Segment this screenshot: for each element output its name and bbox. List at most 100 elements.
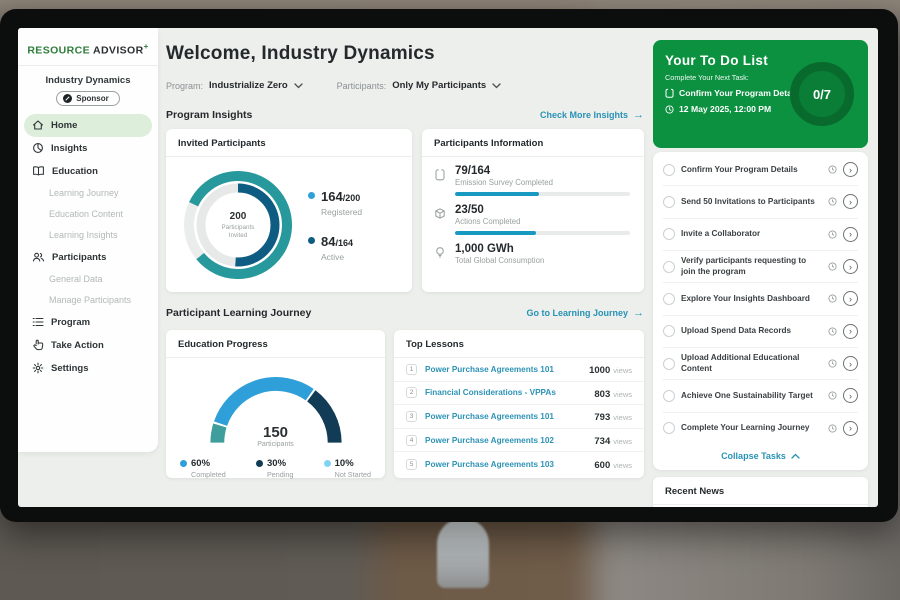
monitor-stand	[437, 518, 489, 588]
lesson-link[interactable]: Power Purchase Agreements 101	[425, 412, 586, 421]
sidebar-item-general-data[interactable]: General Data	[18, 269, 158, 290]
task-checkbox[interactable]	[663, 325, 675, 337]
program-label: Program:	[166, 81, 203, 91]
lesson-rank: 4	[406, 435, 417, 446]
completed-dot	[180, 460, 187, 467]
lesson-link[interactable]: Power Purchase Agreements 103	[425, 460, 586, 469]
lesson-row: 1 Power Purchase Agreements 101 1000view…	[394, 358, 644, 382]
task-checkbox[interactable]	[663, 293, 675, 305]
task-go-button[interactable]: ›	[843, 227, 858, 242]
go-to-learning-journey-link[interactable]: Go to Learning Journey →	[526, 307, 644, 319]
clock-icon	[828, 197, 837, 206]
pending-pct: 30%	[267, 458, 286, 469]
sidebar-item-program[interactable]: Program	[18, 311, 158, 334]
task-go-button[interactable]: ›	[843, 162, 858, 177]
sidebar-item-manage-participants[interactable]: Manage Participants	[18, 290, 158, 311]
active-value: 84	[321, 234, 335, 249]
collapse-tasks-link[interactable]: Collapse Tasks	[663, 444, 858, 468]
lesson-views: 1000	[589, 365, 610, 376]
task-go-button[interactable]: ›	[843, 291, 858, 306]
task-label: Explore Your Insights Dashboard	[681, 294, 822, 304]
invited-donut-chart: 200 Participants Invited	[182, 169, 294, 281]
sidebar-item-learning-journey[interactable]: Learning Journey	[18, 183, 158, 204]
task-checkbox[interactable]	[663, 228, 675, 240]
registered-value: 164	[321, 189, 343, 204]
lesson-rank: 3	[406, 411, 417, 422]
sidebar-item-insights[interactable]: Insights	[18, 137, 158, 160]
lesson-link[interactable]: Power Purchase Agreements 101	[425, 365, 581, 374]
sidebar-item-home[interactable]: Home	[24, 114, 152, 137]
task-label: Complete Your Learning Journey	[681, 423, 822, 433]
go-to-learning-journey-label: Go to Learning Journey	[526, 308, 628, 318]
education-progress-legend: 60% Completed 30% Pending 10% Not Starte…	[166, 448, 385, 479]
not-started-pct: 10%	[335, 458, 354, 469]
sidebar-item-label: Take Action	[51, 340, 104, 351]
clock-icon	[828, 294, 837, 303]
total-consumption-label: Total Global Consumption	[455, 256, 630, 265]
education-progress-card: Education Progress 150 Participants	[166, 330, 385, 478]
sidebar-item-label: Education	[52, 166, 98, 177]
sidebar-item-take-action[interactable]: Take Action	[18, 334, 158, 357]
registered-dot	[308, 192, 315, 199]
sidebar-item-education-content[interactable]: Education Content	[18, 204, 158, 225]
task-row: Explore Your Insights Dashboard ›	[663, 283, 858, 315]
participants-dropdown[interactable]: Participants: Only My Participants	[337, 80, 502, 91]
clock-icon	[828, 262, 837, 271]
logo-part-resource: RESOURCE	[27, 45, 90, 57]
lesson-rank: 5	[406, 459, 417, 470]
actions-completed-value: 23/50	[455, 204, 630, 216]
invited-participants-card: Invited Participants 200 Participants In…	[166, 129, 412, 292]
clock-icon	[828, 327, 837, 336]
legend-completed: 60% Completed	[180, 458, 226, 479]
home-icon	[32, 119, 44, 131]
completed-label: Completed	[191, 470, 226, 479]
top-lessons-title: Top Lessons	[394, 330, 644, 358]
task-checkbox[interactable]	[663, 358, 675, 370]
task-go-button[interactable]: ›	[843, 194, 858, 209]
task-checkbox[interactable]	[663, 261, 675, 273]
task-go-button[interactable]: ›	[843, 421, 858, 436]
task-go-button[interactable]: ›	[843, 324, 858, 339]
sidebar-item-learning-insights[interactable]: Learning Insights	[18, 225, 158, 246]
legend-registered: 164/200 Registered	[308, 188, 362, 217]
active-total: /164	[335, 238, 353, 248]
actions-completed-bar	[455, 231, 630, 235]
clock-icon	[828, 359, 837, 368]
task-label: Upload Additional Educational Content	[681, 353, 822, 374]
task-checkbox[interactable]	[663, 390, 675, 402]
task-row: Upload Spend Data Records ›	[663, 316, 858, 348]
sponsor-badge[interactable]: Sponsor	[56, 91, 119, 106]
list-icon	[32, 316, 44, 328]
task-row: Achieve One Sustainability Target ›	[663, 380, 858, 412]
lesson-link[interactable]: Power Purchase Agreements 102	[425, 436, 586, 445]
task-go-button[interactable]: ›	[843, 356, 858, 371]
chevron-up-icon	[791, 453, 800, 459]
views-label: views	[613, 413, 632, 422]
check-more-insights-link[interactable]: Check More Insights →	[540, 109, 644, 121]
sidebar-item-participants[interactable]: Participants	[18, 246, 158, 269]
screen: RESOURCE ADVISOR+ Industry Dynamics Spon…	[18, 28, 878, 507]
lesson-row: 2 Financial Considerations - VPPAs 803vi…	[394, 382, 644, 406]
active-dot	[308, 237, 315, 244]
task-label: Send 50 Invitations to Participants	[681, 197, 822, 207]
hand-action-icon	[32, 339, 44, 351]
program-value: Industrialize Zero	[209, 80, 288, 91]
legend-active: 84/164 Active	[308, 233, 362, 262]
task-go-button[interactable]: ›	[843, 259, 858, 274]
pending-label: Pending	[267, 470, 293, 479]
program-insights-header: Program Insights Check More Insights →	[166, 109, 644, 121]
task-checkbox[interactable]	[663, 164, 675, 176]
task-go-button[interactable]: ›	[843, 388, 858, 403]
participants-value: Only My Participants	[392, 80, 486, 91]
sidebar-item-education[interactable]: Education	[18, 160, 158, 183]
task-checkbox[interactable]	[663, 422, 675, 434]
views-label: views	[613, 390, 632, 399]
program-dropdown[interactable]: Program: Industrialize Zero	[166, 80, 303, 91]
arrow-right-icon: →	[633, 109, 644, 121]
lesson-link[interactable]: Financial Considerations - VPPAs	[425, 388, 586, 397]
clock-icon	[665, 105, 674, 114]
sidebar-item-label: Participants	[52, 252, 106, 263]
sidebar-item-settings[interactable]: Settings	[18, 357, 158, 380]
task-checkbox[interactable]	[663, 196, 675, 208]
not-started-dot	[324, 460, 331, 467]
